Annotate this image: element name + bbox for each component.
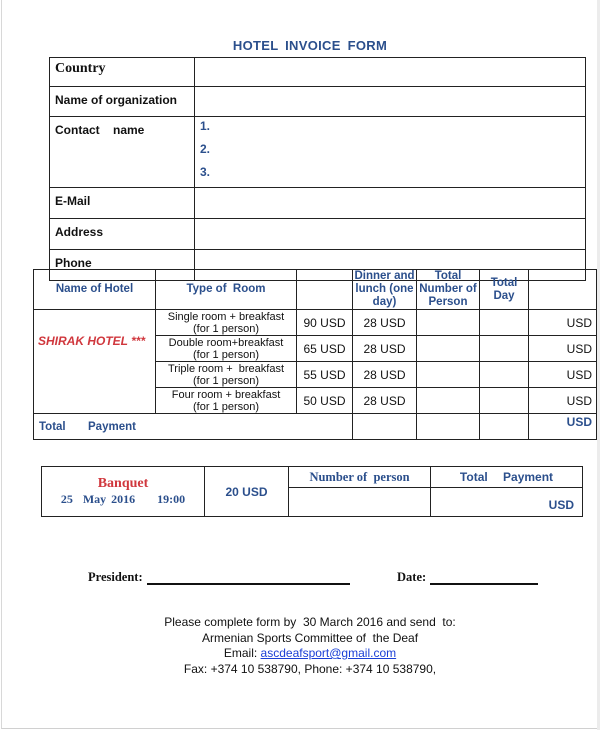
room-type-line: Double room+breakfast (168, 336, 284, 349)
footer-organization: Armenian Sports Committee of the Deaf (201, 630, 419, 645)
footer-email-label: Email: (223, 646, 261, 660)
room-type: Four room + breakfast (for 1 person) (155, 387, 297, 414)
total-row: Total Payment USD (33, 413, 597, 440)
date-signature-line[interactable] (430, 573, 539, 585)
row-total[interactable]: USD (528, 309, 597, 336)
meals-price: 28 USD (352, 335, 417, 362)
persons-field[interactable] (416, 309, 480, 336)
banquet-table: Banquet 25 May 2016 19:00 20 USD Number o… (41, 466, 583, 517)
president-label: President: (88, 570, 143, 584)
persons-field[interactable] (416, 387, 480, 414)
hotel-name: SHIRAK HOTEL *** (33, 309, 156, 414)
meals-price: 28 USD (352, 387, 417, 414)
address-field[interactable] (194, 218, 586, 250)
contact-name-field[interactable]: 1. 2. 3. (194, 116, 586, 188)
banquet-date: 25 May 2016 (60, 492, 136, 506)
room-type-note: (for 1 person) (192, 322, 260, 335)
table-row: Name of organization (49, 86, 586, 117)
header-meals: Dinner and lunch (one day) (352, 269, 417, 310)
country-field[interactable] (194, 57, 586, 87)
row-total[interactable]: USD (528, 361, 597, 388)
table-row: SHIRAK HOTEL *** Single room + breakfast… (33, 309, 597, 414)
room-type-note: (for 1 person) (192, 348, 260, 361)
room-type-line: Single room + breakfast (167, 310, 285, 323)
table-row: Contact name 1. 2. 3. (49, 116, 586, 188)
room-price: 55 USD (296, 361, 353, 388)
organization-label: Name of organization (49, 86, 195, 117)
total-days-cell (479, 413, 529, 440)
contact-name-label: Contact name (49, 116, 195, 188)
contact-item-2: 2. (200, 142, 211, 156)
email-label: E-Mail (49, 187, 195, 219)
banquet-info: Banquet 25 May 2016 19:00 (41, 466, 205, 517)
president-signature: President: (88, 570, 350, 585)
date-signature: Date: (397, 570, 539, 585)
header-price (296, 269, 353, 310)
room-type: Triple room + breakfast (for 1 person) (155, 361, 297, 388)
room-type-note: (for 1 person) (192, 400, 260, 413)
room-price: 65 USD (296, 335, 353, 362)
days-field[interactable] (479, 309, 529, 336)
table-row: Country (49, 57, 586, 87)
room-type: Single room + breakfast (for 1 person) (155, 309, 297, 336)
room-price: 90 USD (296, 309, 353, 336)
footer-deadline: Please complete form by 30 March 2016 an… (164, 615, 456, 629)
header-hotel-name: Name of Hotel (33, 269, 156, 310)
header-room-type: Type of Room (155, 269, 297, 310)
table-row: E-Mail (49, 187, 586, 219)
header-total (528, 269, 597, 310)
header-persons: Total Number of Person (416, 269, 480, 310)
contact-item-3: 3. (200, 165, 211, 179)
room-type-note: (for 1 person) (192, 374, 260, 387)
email-field[interactable] (194, 187, 586, 219)
president-signature-line[interactable] (146, 573, 350, 585)
total-meals-cell (352, 413, 417, 440)
footer-contacts: Fax: +374 10 538790, Phone: +374 10 5387… (183, 661, 437, 676)
room-price: 50 USD (296, 387, 353, 414)
banquet-title: Banquet (97, 476, 149, 491)
table-header-row: Name of Hotel Type of Room Dinner and lu… (33, 269, 597, 310)
table-row: Banquet 25 May 2016 19:00 20 USD Number o… (41, 466, 583, 517)
banquet-datetime: 25 May 2016 19:00 (42, 492, 204, 507)
room-type-line: Triple room + breakfast (167, 362, 285, 375)
persons-field[interactable] (416, 335, 480, 362)
rooms-table: Name of Hotel Type of Room Dinner and lu… (33, 269, 597, 440)
page-title: HOTEL INVOICE FORM (232, 38, 388, 53)
footer-email-line: Email: ascdeafsport@gmail.com (0, 646, 600, 662)
persons-field[interactable] (416, 361, 480, 388)
total-payment-header: Total Payment (430, 466, 583, 488)
row-total[interactable]: USD (528, 335, 597, 362)
total-persons-cell (416, 413, 480, 440)
banquet-time: 19:00 (157, 492, 186, 506)
meals-price: 28 USD (352, 309, 417, 336)
row-total[interactable]: USD (528, 387, 597, 414)
number-of-person-field[interactable] (288, 487, 431, 517)
organization-field[interactable] (194, 86, 586, 117)
room-type: Double room+breakfast (for 1 person) (155, 335, 297, 362)
contact-item-1: 1. (200, 119, 211, 133)
total-payment-value[interactable]: USD (528, 413, 597, 440)
footer-email-link[interactable]: ascdeafsport@gmail.com (261, 646, 397, 660)
contact-info-table: Country Name of organization Contact nam… (49, 57, 586, 281)
country-label: Country (49, 57, 195, 87)
meals-price: 28 USD (352, 361, 417, 388)
header-days: Total Day (479, 269, 529, 310)
address-label: Address (49, 218, 195, 250)
date-label: Date: (397, 570, 427, 584)
days-field[interactable] (479, 387, 529, 414)
table-row: Address (49, 218, 586, 250)
banquet-price: 20 USD (204, 466, 289, 517)
number-of-person-header: Number of person (288, 466, 431, 488)
room-type-line: Four room + breakfast (171, 388, 281, 401)
banquet-payment-value[interactable]: USD (430, 487, 583, 517)
days-field[interactable] (479, 361, 529, 388)
total-payment-label: Total Payment (33, 413, 353, 440)
footer-instructions: Please complete form by 30 March 2016 an… (0, 615, 600, 677)
days-field[interactable] (479, 335, 529, 362)
